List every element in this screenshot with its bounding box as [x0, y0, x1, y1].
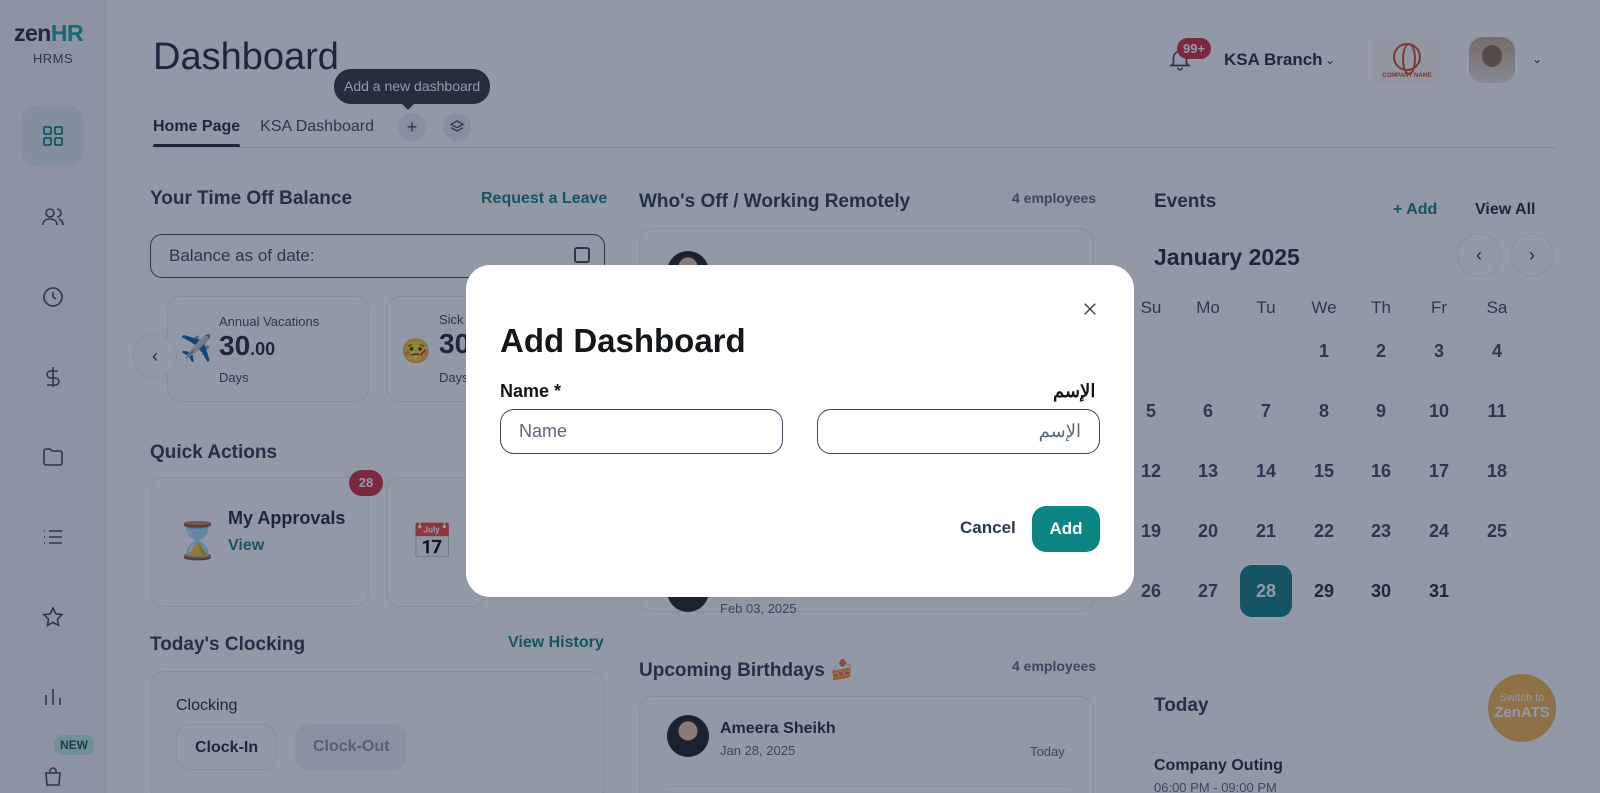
- arabic-name-label: الإسم: [1053, 381, 1096, 401]
- close-button[interactable]: [1079, 298, 1101, 320]
- arabic-name-input[interactable]: [817, 409, 1100, 454]
- required-mark: *: [554, 381, 562, 401]
- name-label: Name *: [500, 381, 562, 401]
- name-input[interactable]: [500, 409, 783, 454]
- cancel-button[interactable]: Cancel: [960, 518, 1016, 538]
- modal-title: Add Dashboard: [500, 322, 746, 359]
- add-button[interactable]: Add: [1032, 506, 1100, 552]
- close-icon: [1084, 303, 1096, 315]
